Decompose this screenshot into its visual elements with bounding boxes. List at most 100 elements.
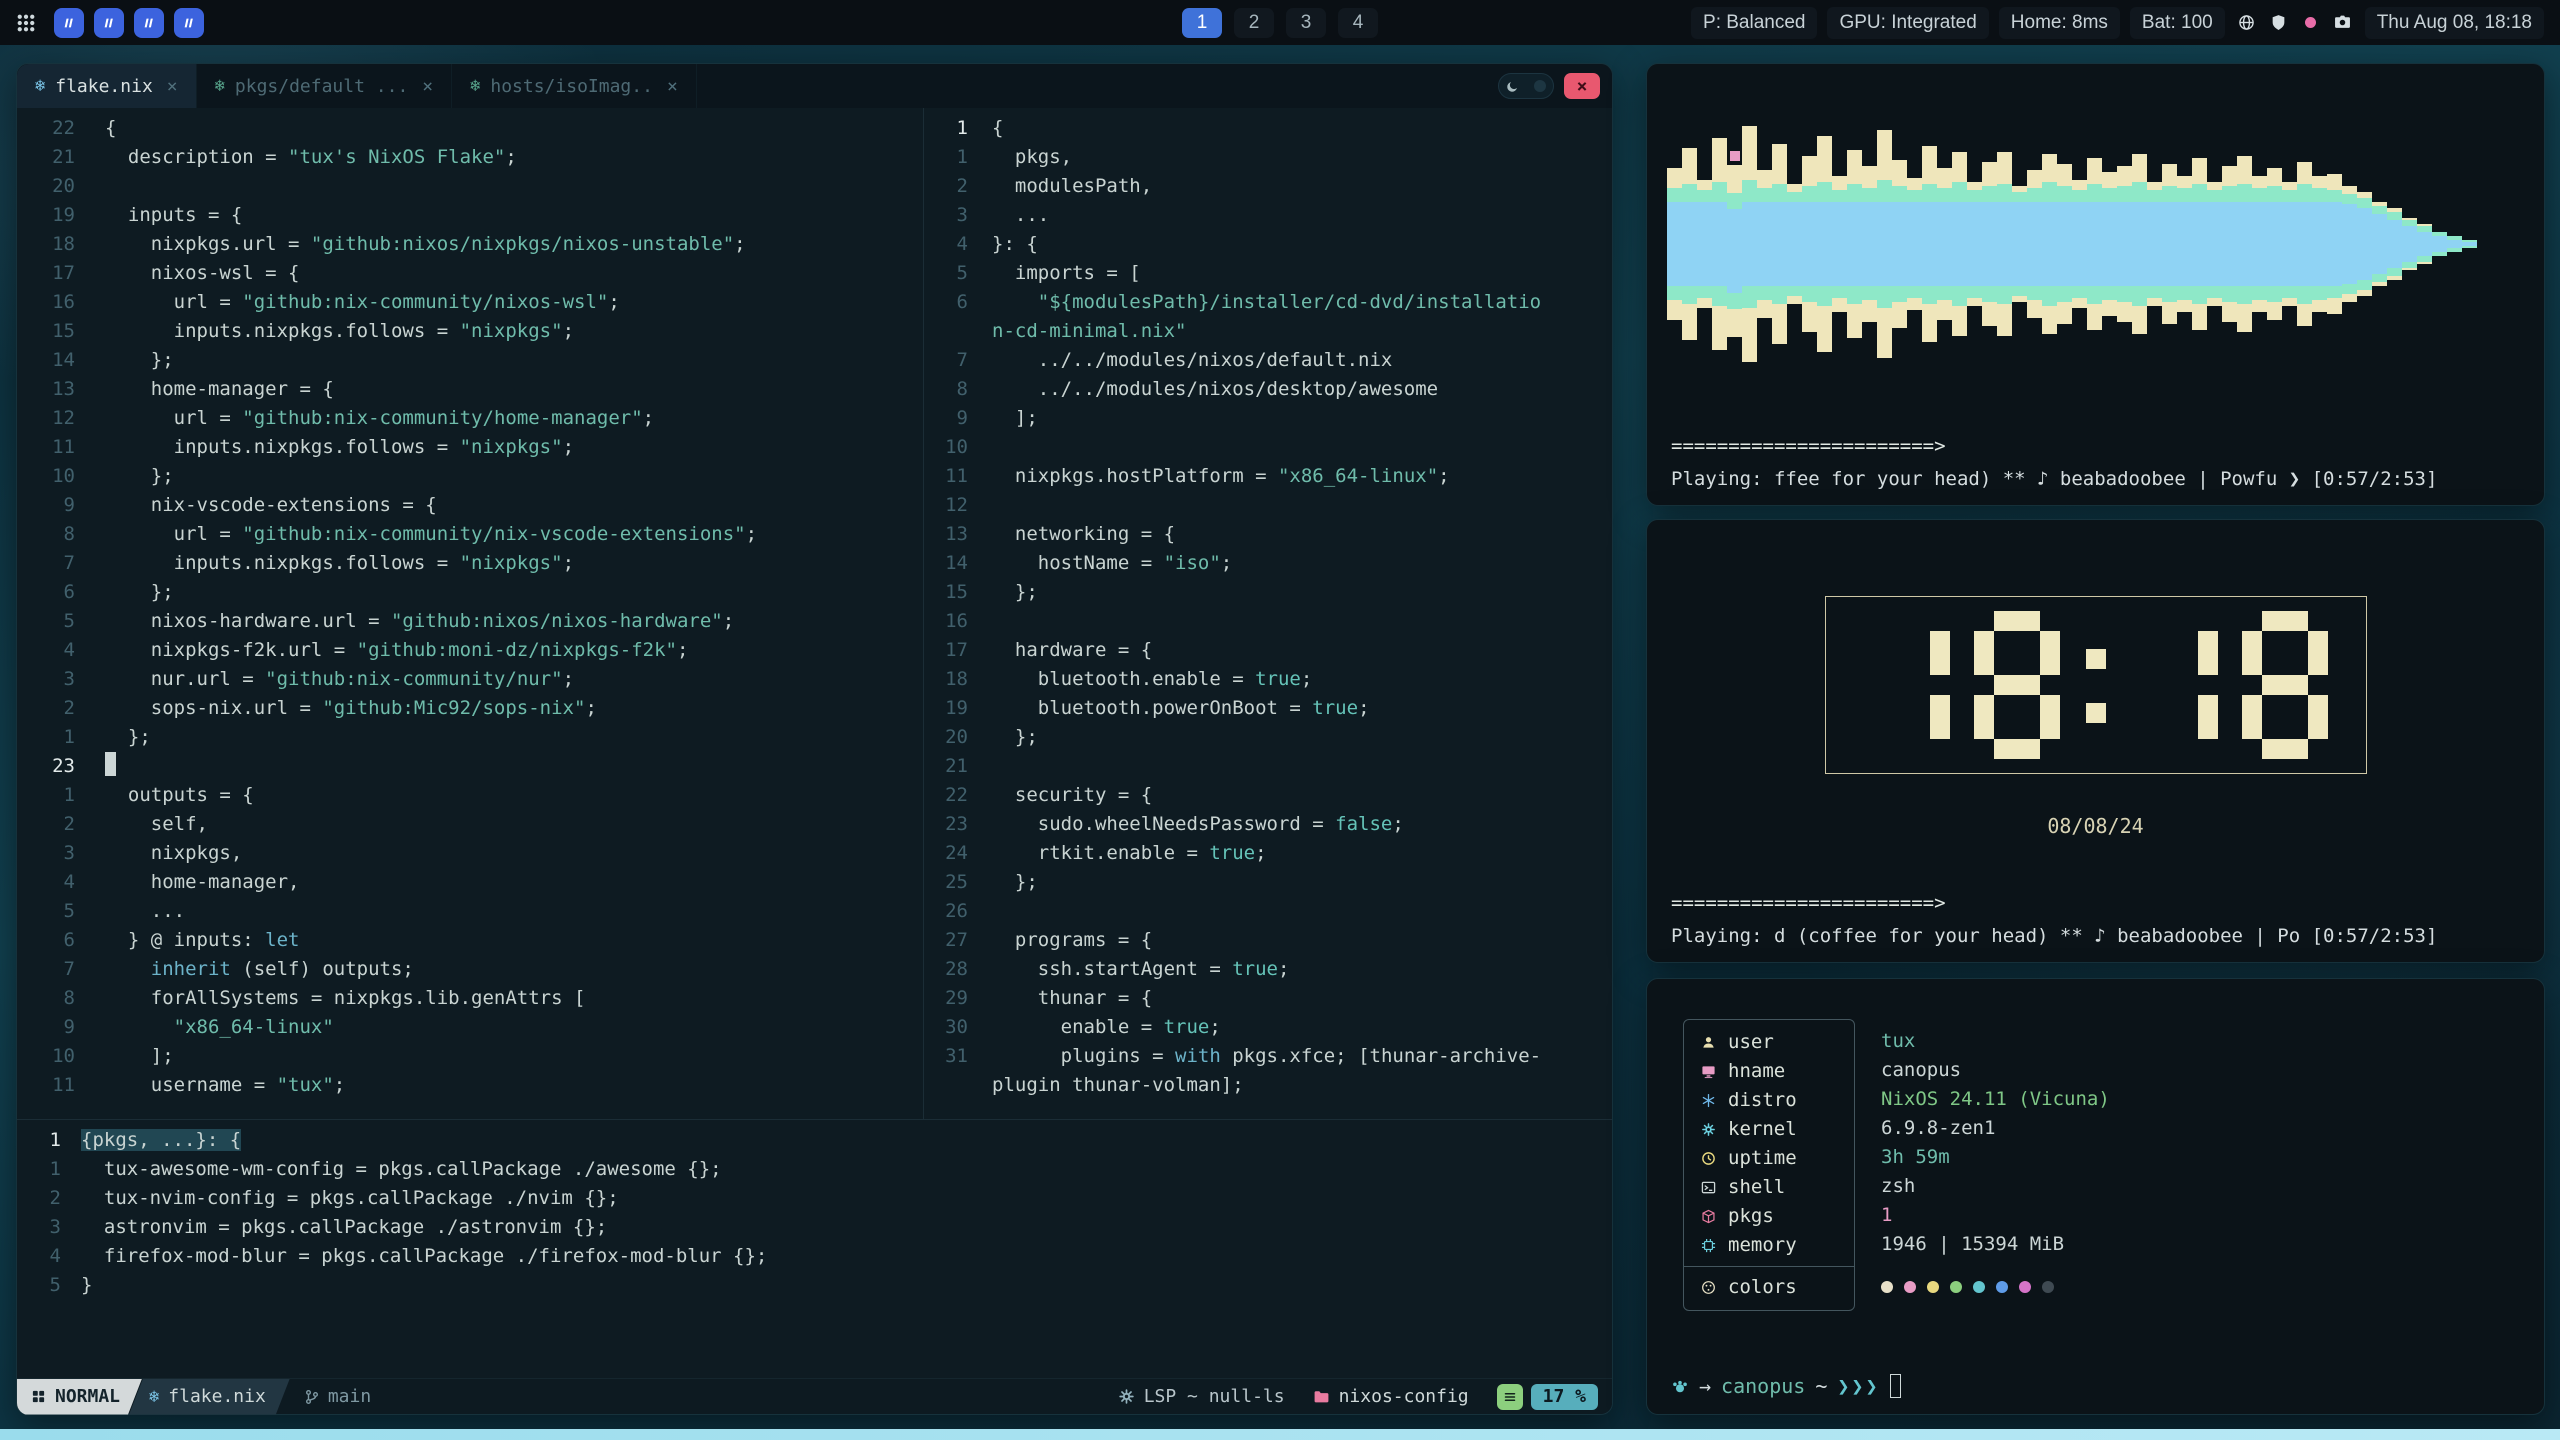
visualizer-block bbox=[2147, 286, 2162, 298]
camera-icon[interactable] bbox=[2331, 14, 2355, 31]
visualizer-column bbox=[1952, 152, 1967, 336]
visualizer-block bbox=[2327, 286, 2342, 298]
visualizer-block bbox=[2102, 300, 2117, 316]
visualizer-block bbox=[1982, 202, 1997, 286]
visualizer-block bbox=[2132, 154, 2147, 182]
visualizer-block bbox=[2387, 212, 2402, 220]
network-icon[interactable] bbox=[2235, 14, 2259, 31]
apps-grid-icon[interactable] bbox=[16, 13, 36, 33]
visualizer-block bbox=[2162, 286, 2177, 302]
record-dot-icon[interactable] bbox=[2299, 17, 2323, 28]
tab-close-icon[interactable]: × bbox=[422, 76, 433, 97]
editor-tab[interactable]: ❄pkgs/default ...× bbox=[197, 64, 452, 108]
theme-toggle[interactable] bbox=[1498, 73, 1554, 99]
editor-pane-left[interactable]: 22{21 description = "tux's NixOS Flake";… bbox=[17, 108, 923, 1119]
code-text: nur.url = "github:nix-community/nur"; bbox=[105, 665, 574, 694]
code-text: { bbox=[992, 114, 1003, 143]
kernel-icon bbox=[1700, 1122, 1716, 1137]
code-text: networking = { bbox=[992, 520, 1175, 549]
visualizer-block bbox=[2297, 184, 2312, 202]
tab-close-icon[interactable]: × bbox=[167, 76, 178, 97]
fetch-labels-box: userhnamedistrokerneluptimeshellpkgsmemo… bbox=[1683, 1019, 1855, 1311]
code-text: bluetooth.enable = true; bbox=[992, 665, 1312, 694]
visualizer-block bbox=[1802, 156, 1817, 186]
visualizer-block bbox=[1682, 286, 1697, 304]
visualizer-block bbox=[2027, 170, 2042, 188]
fetch-label-text: pkgs bbox=[1728, 1202, 1774, 1231]
visualizer-block bbox=[1817, 136, 1832, 182]
line-number: 26 bbox=[924, 897, 968, 926]
code-line: 16 bbox=[924, 607, 1612, 636]
code-text: }: { bbox=[992, 230, 1038, 259]
player-divider: =======================> bbox=[1671, 435, 1946, 457]
visualizer-column bbox=[1982, 162, 1997, 326]
window-close-button[interactable]: × bbox=[1564, 73, 1600, 99]
line-number: 1 bbox=[17, 1126, 61, 1155]
visualizer-block bbox=[1757, 202, 1772, 286]
visualizer-block bbox=[1847, 150, 1862, 184]
line-number: 21 bbox=[924, 752, 968, 781]
visualizer-block bbox=[1832, 202, 1847, 286]
tag-3-icon[interactable] bbox=[134, 8, 164, 38]
visualizer-column bbox=[2012, 186, 2027, 302]
code-line: 4 nixpkgs-f2k.url = "github:moni-dz/nixp… bbox=[17, 636, 923, 665]
visualizer-column bbox=[1667, 168, 1682, 320]
workspace-button-2[interactable]: 2 bbox=[1234, 8, 1274, 38]
code-line: 21 description = "tux's NixOS Flake"; bbox=[17, 143, 923, 172]
fetch-label-shell: shell bbox=[1684, 1173, 1854, 1202]
editor-pane-bottom[interactable]: 1{pkgs, ...}: {1 tux-awesome-wm-config =… bbox=[17, 1120, 1612, 1380]
visualizer-block bbox=[2192, 184, 2207, 202]
visualizer-block bbox=[2207, 190, 2222, 202]
gear-icon bbox=[1118, 1388, 1135, 1405]
tag-2-icon[interactable] bbox=[94, 8, 124, 38]
line-number: 29 bbox=[924, 984, 968, 1013]
code-line: 23 sudo.wheelNeedsPassword = false; bbox=[924, 810, 1612, 839]
workspace-button-4[interactable]: 4 bbox=[1338, 8, 1378, 38]
visualizer-block bbox=[2042, 182, 2057, 202]
visualizer-column bbox=[1757, 170, 1772, 318]
visualizer-block bbox=[1727, 293, 1742, 309]
editor-tab[interactable]: ❄flake.nix× bbox=[17, 64, 197, 108]
workspace-button-1[interactable]: 1 bbox=[1182, 8, 1222, 38]
editor-tab[interactable]: ❄hosts/isoImag..× bbox=[452, 64, 697, 108]
shell-prompt[interactable]: → canopus ~ ❯❯❯ bbox=[1671, 1374, 1901, 1398]
visualizer-block bbox=[2342, 294, 2357, 302]
shield-icon[interactable] bbox=[2267, 14, 2291, 31]
workspace-button-3[interactable]: 3 bbox=[1286, 8, 1326, 38]
line-number: 16 bbox=[17, 288, 75, 317]
line-number: 11 bbox=[17, 433, 75, 462]
visualizer-block bbox=[2432, 236, 2447, 252]
fetch-label-text: uptime bbox=[1728, 1144, 1797, 1173]
line-number: 3 bbox=[17, 839, 75, 868]
visualizer-block bbox=[2267, 186, 2282, 202]
digit-segment bbox=[1994, 611, 2040, 631]
tty-clock bbox=[1825, 596, 2367, 774]
visualizer-block bbox=[2252, 300, 2267, 312]
line-number: 25 bbox=[924, 868, 968, 897]
visualizer-block bbox=[1682, 202, 1697, 286]
lsp-status: LSP ~ null-ls bbox=[1118, 1386, 1285, 1407]
file-label: flake.nix bbox=[168, 1386, 266, 1407]
visualizer-block bbox=[2252, 202, 2267, 286]
tag-1-icon[interactable] bbox=[54, 8, 84, 38]
line-number: 12 bbox=[924, 491, 968, 520]
visualizer-column bbox=[1817, 136, 1832, 352]
code-text: hardware = { bbox=[992, 636, 1152, 665]
line-number: 4 bbox=[17, 868, 75, 897]
visualizer-block bbox=[1682, 184, 1697, 202]
editor-pane-right[interactable]: 1{1 pkgs,2 modulesPath,3 ...4}: {5 impor… bbox=[924, 108, 1612, 1119]
visualizer-block bbox=[1667, 286, 1682, 300]
visualizer-block bbox=[1802, 186, 1817, 202]
code-line: 3 astronvim = pkgs.callPackage ./astronv… bbox=[17, 1213, 1612, 1242]
code-line: 16 url = "github:nix-community/nixos-wsl… bbox=[17, 288, 923, 317]
visualizer-block bbox=[1697, 298, 1712, 308]
visualizer-block bbox=[2087, 286, 2102, 304]
visualizer-block bbox=[2147, 190, 2162, 202]
visualizer-column bbox=[1742, 126, 1757, 362]
tag-4-icon[interactable] bbox=[174, 8, 204, 38]
fetch-label-text: user bbox=[1728, 1028, 1774, 1057]
tab-close-icon[interactable]: × bbox=[667, 76, 678, 97]
code-line: 3 nixpkgs, bbox=[17, 839, 923, 868]
palette-dot bbox=[1904, 1281, 1916, 1293]
git-branch[interactable]: main bbox=[304, 1386, 371, 1407]
